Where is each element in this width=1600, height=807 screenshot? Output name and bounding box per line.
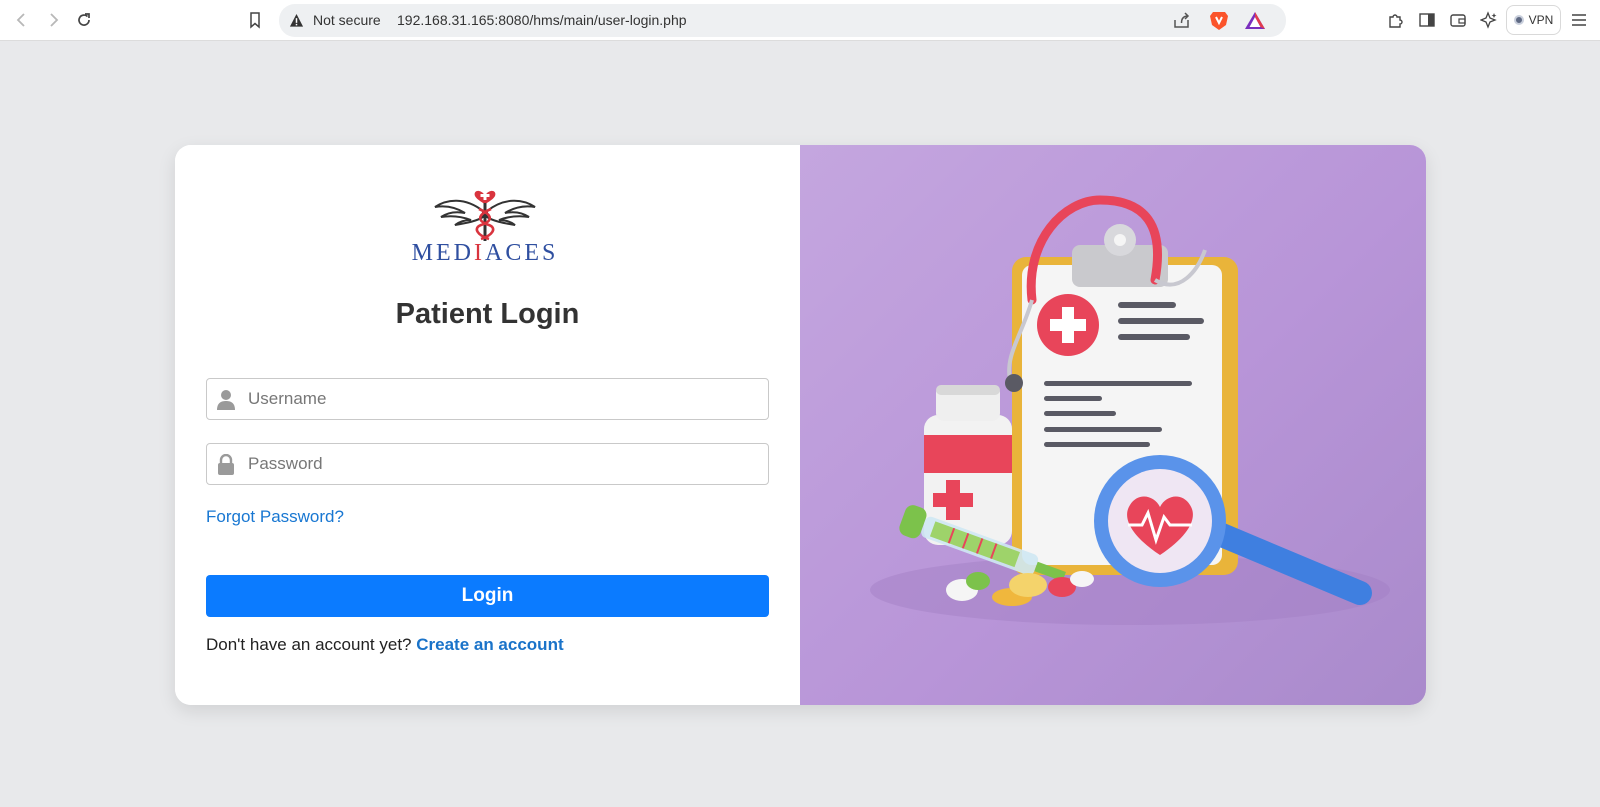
reload-icon[interactable] — [72, 8, 96, 32]
page-title: Patient Login — [395, 298, 580, 330]
leo-ai-icon[interactable] — [1477, 8, 1501, 32]
security-status[interactable]: Not secure — [313, 12, 381, 28]
extensions-icon[interactable] — [1384, 8, 1408, 32]
address-bar[interactable]: Not secure 192.168.31.165:8080/hms/main/… — [279, 4, 1286, 37]
warning-icon[interactable] — [289, 13, 304, 28]
brand-wordmark: MEDIACES — [411, 240, 559, 266]
url-text[interactable]: 192.168.31.165:8080/hms/main/user-login.… — [397, 12, 687, 28]
login-button[interactable]: Login — [206, 575, 769, 617]
forward-icon[interactable] — [41, 8, 65, 32]
login-panel: MEDIACES Patient Login Forgot Password? … — [175, 145, 800, 705]
password-field[interactable] — [206, 443, 769, 485]
bookmark-icon[interactable] — [243, 8, 267, 32]
menu-icon[interactable] — [1567, 8, 1591, 32]
caduceus-icon — [434, 190, 536, 241]
back-icon[interactable] — [10, 8, 34, 32]
password-input[interactable] — [248, 444, 758, 484]
sidebar-icon[interactable] — [1415, 8, 1439, 32]
signup-text: Don't have an account yet? — [206, 635, 412, 654]
user-icon — [217, 390, 235, 410]
browser-toolbar: Not secure 192.168.31.165:8080/hms/main/… — [0, 0, 1600, 41]
username-input[interactable] — [248, 379, 758, 419]
create-account-link[interactable]: Create an account — [416, 635, 563, 654]
illustration-panel — [800, 145, 1426, 705]
login-card: MEDIACES Patient Login Forgot Password? … — [175, 145, 1426, 705]
brand-logo: MEDIACES — [405, 177, 565, 271]
forgot-password-link[interactable]: Forgot Password? — [206, 507, 344, 527]
vpn-label: VPN — [1528, 13, 1554, 27]
lock-icon — [218, 454, 234, 475]
wallet-icon[interactable] — [1446, 8, 1470, 32]
brave-shields-icon[interactable] — [1209, 10, 1229, 31]
username-field[interactable] — [206, 378, 769, 420]
vpn-button[interactable]: VPN — [1506, 5, 1561, 35]
brave-rewards-icon[interactable] — [1244, 11, 1266, 30]
medical-illustration — [870, 195, 1390, 625]
signup-prompt: Don't have an account yet? Create an acc… — [206, 635, 564, 655]
vpn-icon — [1513, 15, 1524, 25]
share-icon[interactable] — [1172, 11, 1191, 30]
